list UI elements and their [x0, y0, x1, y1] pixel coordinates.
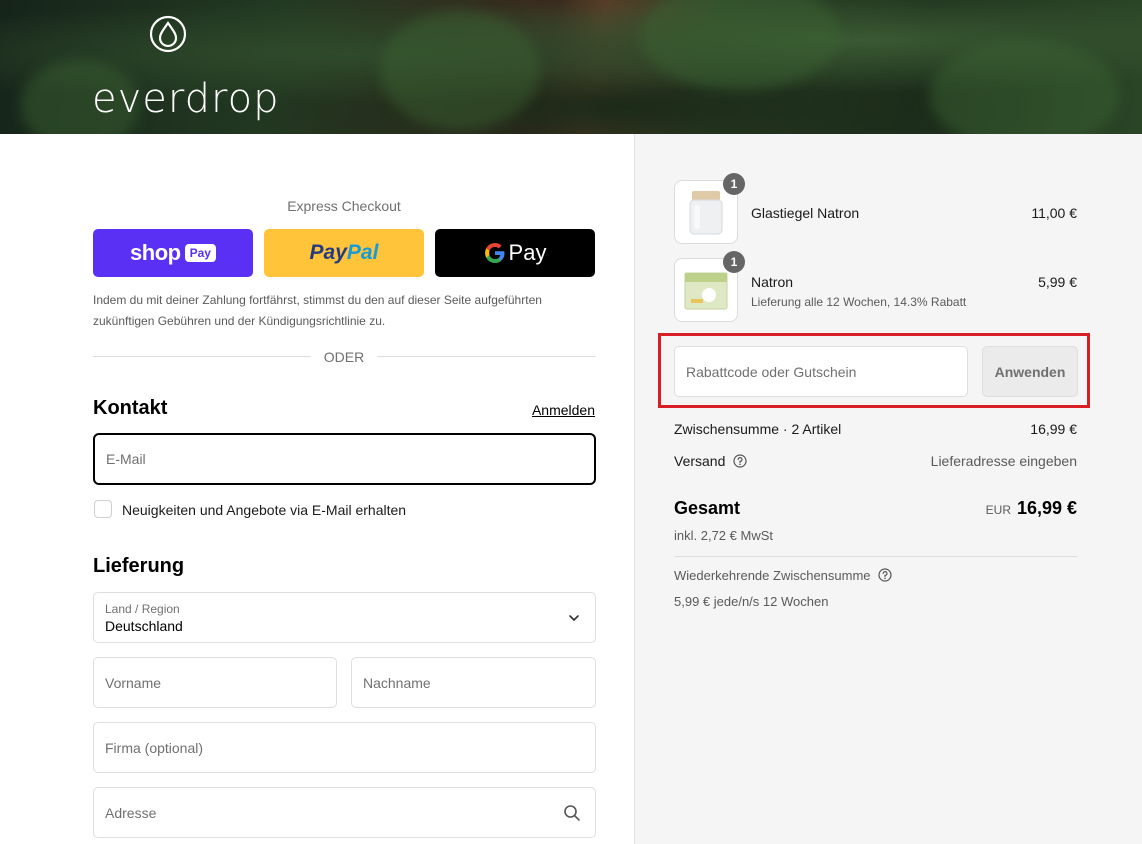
paypal-word-pay: Pay	[309, 241, 347, 264]
quantity-badge: 1	[723, 251, 745, 273]
subtotal-label: Zwischensumme · 2 Artikel	[674, 421, 842, 437]
payment-legal-text: Indem du mit deiner Zahlung fortfährst, …	[93, 293, 542, 328]
firstname-input[interactable]	[94, 658, 336, 707]
company-input[interactable]	[94, 723, 595, 772]
country-label: Land / Region	[105, 602, 180, 616]
lastname-field[interactable]	[351, 657, 596, 708]
item-name: Glastiegel Natron	[751, 205, 860, 221]
item-price: 11,00 €	[1031, 205, 1077, 221]
discount-code-input[interactable]	[675, 347, 967, 396]
banner-foliage	[640, 0, 840, 90]
apply-discount-button[interactable]: Anwenden	[982, 346, 1078, 397]
item-price: 5,99 €	[1038, 274, 1077, 290]
shop-pay-badge: Pay	[184, 244, 216, 262]
checkout-form: Express Checkout shop Pay PayPal Pay Ind…	[0, 134, 634, 844]
country-value: Deutschland	[105, 618, 183, 634]
discount-code-field[interactable]	[674, 346, 968, 397]
lastname-input[interactable]	[352, 658, 595, 707]
firstname-field[interactable]	[93, 657, 337, 708]
newsletter-label[interactable]: Neuigkeiten und Angebote via E-Mail erha…	[122, 502, 406, 518]
divider-left	[93, 356, 311, 357]
shipping-row: Versand	[674, 453, 747, 469]
google-pay-button[interactable]: Pay	[435, 229, 595, 277]
total-value: 16,99 €	[1016, 498, 1077, 518]
recurring-label: Wiederkehrende Zwischensumme	[674, 568, 871, 583]
tax-note: inkl. 2,72 € MwSt	[674, 528, 773, 543]
brand-logo[interactable]: everdrop	[92, 14, 278, 122]
product-thumbnail: 1	[674, 251, 745, 322]
delivery-title: Lieferung	[93, 555, 185, 577]
help-icon[interactable]	[733, 454, 747, 468]
login-link[interactable]: Anmelden	[532, 402, 595, 418]
address-field[interactable]	[93, 787, 596, 838]
product-thumbnail: 1	[674, 173, 745, 244]
item-subtitle: Lieferung alle 12 Wochen, 14.3% Rabatt	[751, 295, 967, 309]
paypal-word-pal: Pal	[346, 241, 379, 264]
total-label: Gesamt	[674, 498, 741, 518]
recurring-row: Wiederkehrende Zwischensumme	[674, 568, 892, 583]
or-separator: ODER	[323, 349, 365, 365]
google-pay-word: Pay	[508, 240, 547, 265]
email-input[interactable]	[95, 435, 594, 483]
recurring-value: 5,99 € jede/n/s 12 Wochen	[674, 594, 829, 609]
banner-foliage	[930, 40, 1120, 134]
brand-name: everdrop	[92, 76, 280, 122]
search-icon[interactable]	[563, 804, 581, 822]
summary-divider	[674, 556, 1078, 557]
google-g-icon	[484, 243, 505, 263]
item-name: Natron	[751, 274, 794, 290]
shipping-value: Lieferadresse eingeben	[930, 453, 1077, 469]
express-checkout-title: Express Checkout	[287, 198, 401, 214]
total-currency: EUR	[985, 503, 1011, 517]
help-icon[interactable]	[878, 568, 892, 582]
shop-pay-button[interactable]: shop Pay	[93, 229, 253, 277]
newsletter-checkbox[interactable]	[94, 500, 112, 518]
contact-title: Kontakt	[93, 397, 168, 419]
company-field[interactable]	[93, 722, 596, 773]
chevron-down-icon	[569, 615, 579, 621]
shop-pay-word: shop	[130, 240, 181, 265]
header-banner: everdrop	[0, 0, 1142, 134]
order-summary: 1 Glastiegel Natron 11,00 € 1 Natron Lie…	[634, 134, 1142, 844]
email-field[interactable]	[93, 433, 596, 485]
address-input[interactable]	[94, 788, 595, 837]
divider-right	[377, 356, 596, 357]
paypal-button[interactable]: PayPal	[264, 229, 424, 277]
drop-logo-icon	[149, 15, 187, 53]
quantity-badge: 1	[723, 173, 745, 195]
shipping-label: Versand	[674, 453, 726, 469]
country-select[interactable]: Land / Region Deutschland	[93, 592, 596, 643]
subtotal-value: 16,99 €	[1030, 421, 1077, 437]
banner-foliage	[380, 10, 540, 130]
